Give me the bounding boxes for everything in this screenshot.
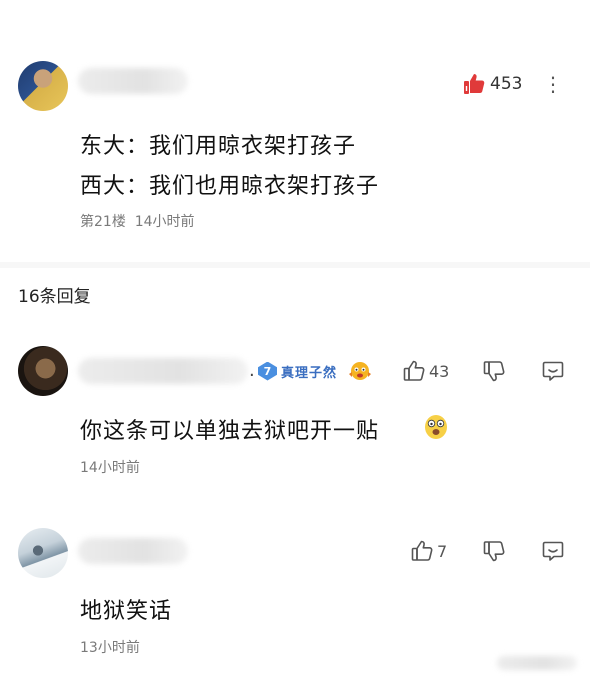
name-separator: . bbox=[249, 360, 255, 381]
surprised-emoji-icon bbox=[425, 415, 447, 439]
reply-time: 13小时前 bbox=[80, 640, 140, 656]
comment-bubble-icon bbox=[542, 541, 564, 561]
replies-count: 16条回复 bbox=[18, 287, 91, 307]
reply-comment-button[interactable] bbox=[541, 359, 565, 383]
reply-comment-button[interactable] bbox=[541, 539, 565, 563]
reply-like-count: 7 bbox=[437, 541, 448, 561]
reply-time: 14小时前 bbox=[80, 460, 140, 476]
thumbs-up-outline-icon bbox=[403, 360, 425, 381]
post-text-line-1: 东大：我们用晾衣架打孩子 bbox=[80, 134, 357, 159]
section-divider bbox=[0, 262, 590, 268]
reply-like-button[interactable]: 7 bbox=[410, 539, 447, 563]
thumbs-up-filled-icon bbox=[464, 74, 485, 94]
reply-dislike-button[interactable] bbox=[482, 359, 506, 383]
post-text-line-2: 西大：我们也用晾衣架打孩子 bbox=[80, 174, 380, 199]
post-floor: 第21楼 bbox=[80, 214, 126, 230]
post-time: 14小时前 bbox=[134, 214, 195, 230]
reply-text: 你这条可以单独去狱吧开一贴 bbox=[80, 419, 380, 444]
main-post: 453 ⋮ 东大：我们用晾衣架打孩子 西大：我们也用晾衣架打孩子 第21楼 14… bbox=[0, 0, 590, 262]
reply-like-count: 43 bbox=[429, 361, 450, 381]
watermark-blurred bbox=[497, 656, 577, 670]
more-options-icon[interactable]: ⋮ bbox=[543, 70, 563, 98]
reply-author-avatar[interactable] bbox=[18, 346, 68, 396]
reply-author-avatar[interactable] bbox=[18, 528, 68, 578]
thumbs-down-outline-icon bbox=[483, 541, 505, 562]
thumbs-down-outline-icon bbox=[483, 361, 505, 382]
reply-author-name-blurred[interactable] bbox=[78, 358, 248, 384]
reply-text: 地狱笑话 bbox=[80, 599, 173, 624]
thumbs-up-outline-icon bbox=[411, 540, 433, 561]
post-author-avatar[interactable] bbox=[18, 61, 68, 111]
user-title-badge[interactable]: 7 真理子然 bbox=[258, 361, 337, 381]
post-author-name-blurred[interactable] bbox=[78, 68, 188, 94]
emoji-badge-icon bbox=[349, 362, 371, 380]
reply-dislike-button[interactable] bbox=[482, 539, 506, 563]
level-badge: 7 bbox=[258, 361, 277, 381]
reply-like-button[interactable]: 43 bbox=[402, 359, 449, 383]
comment-bubble-icon bbox=[542, 361, 564, 381]
post-like-count: 453 bbox=[490, 74, 523, 94]
badge-title: 真理子然 bbox=[281, 365, 338, 381]
post-like-button[interactable]: 453 bbox=[462, 70, 522, 98]
reply-author-name-blurred[interactable] bbox=[78, 538, 188, 564]
post-meta: 第21楼 14小时前 bbox=[80, 211, 195, 231]
